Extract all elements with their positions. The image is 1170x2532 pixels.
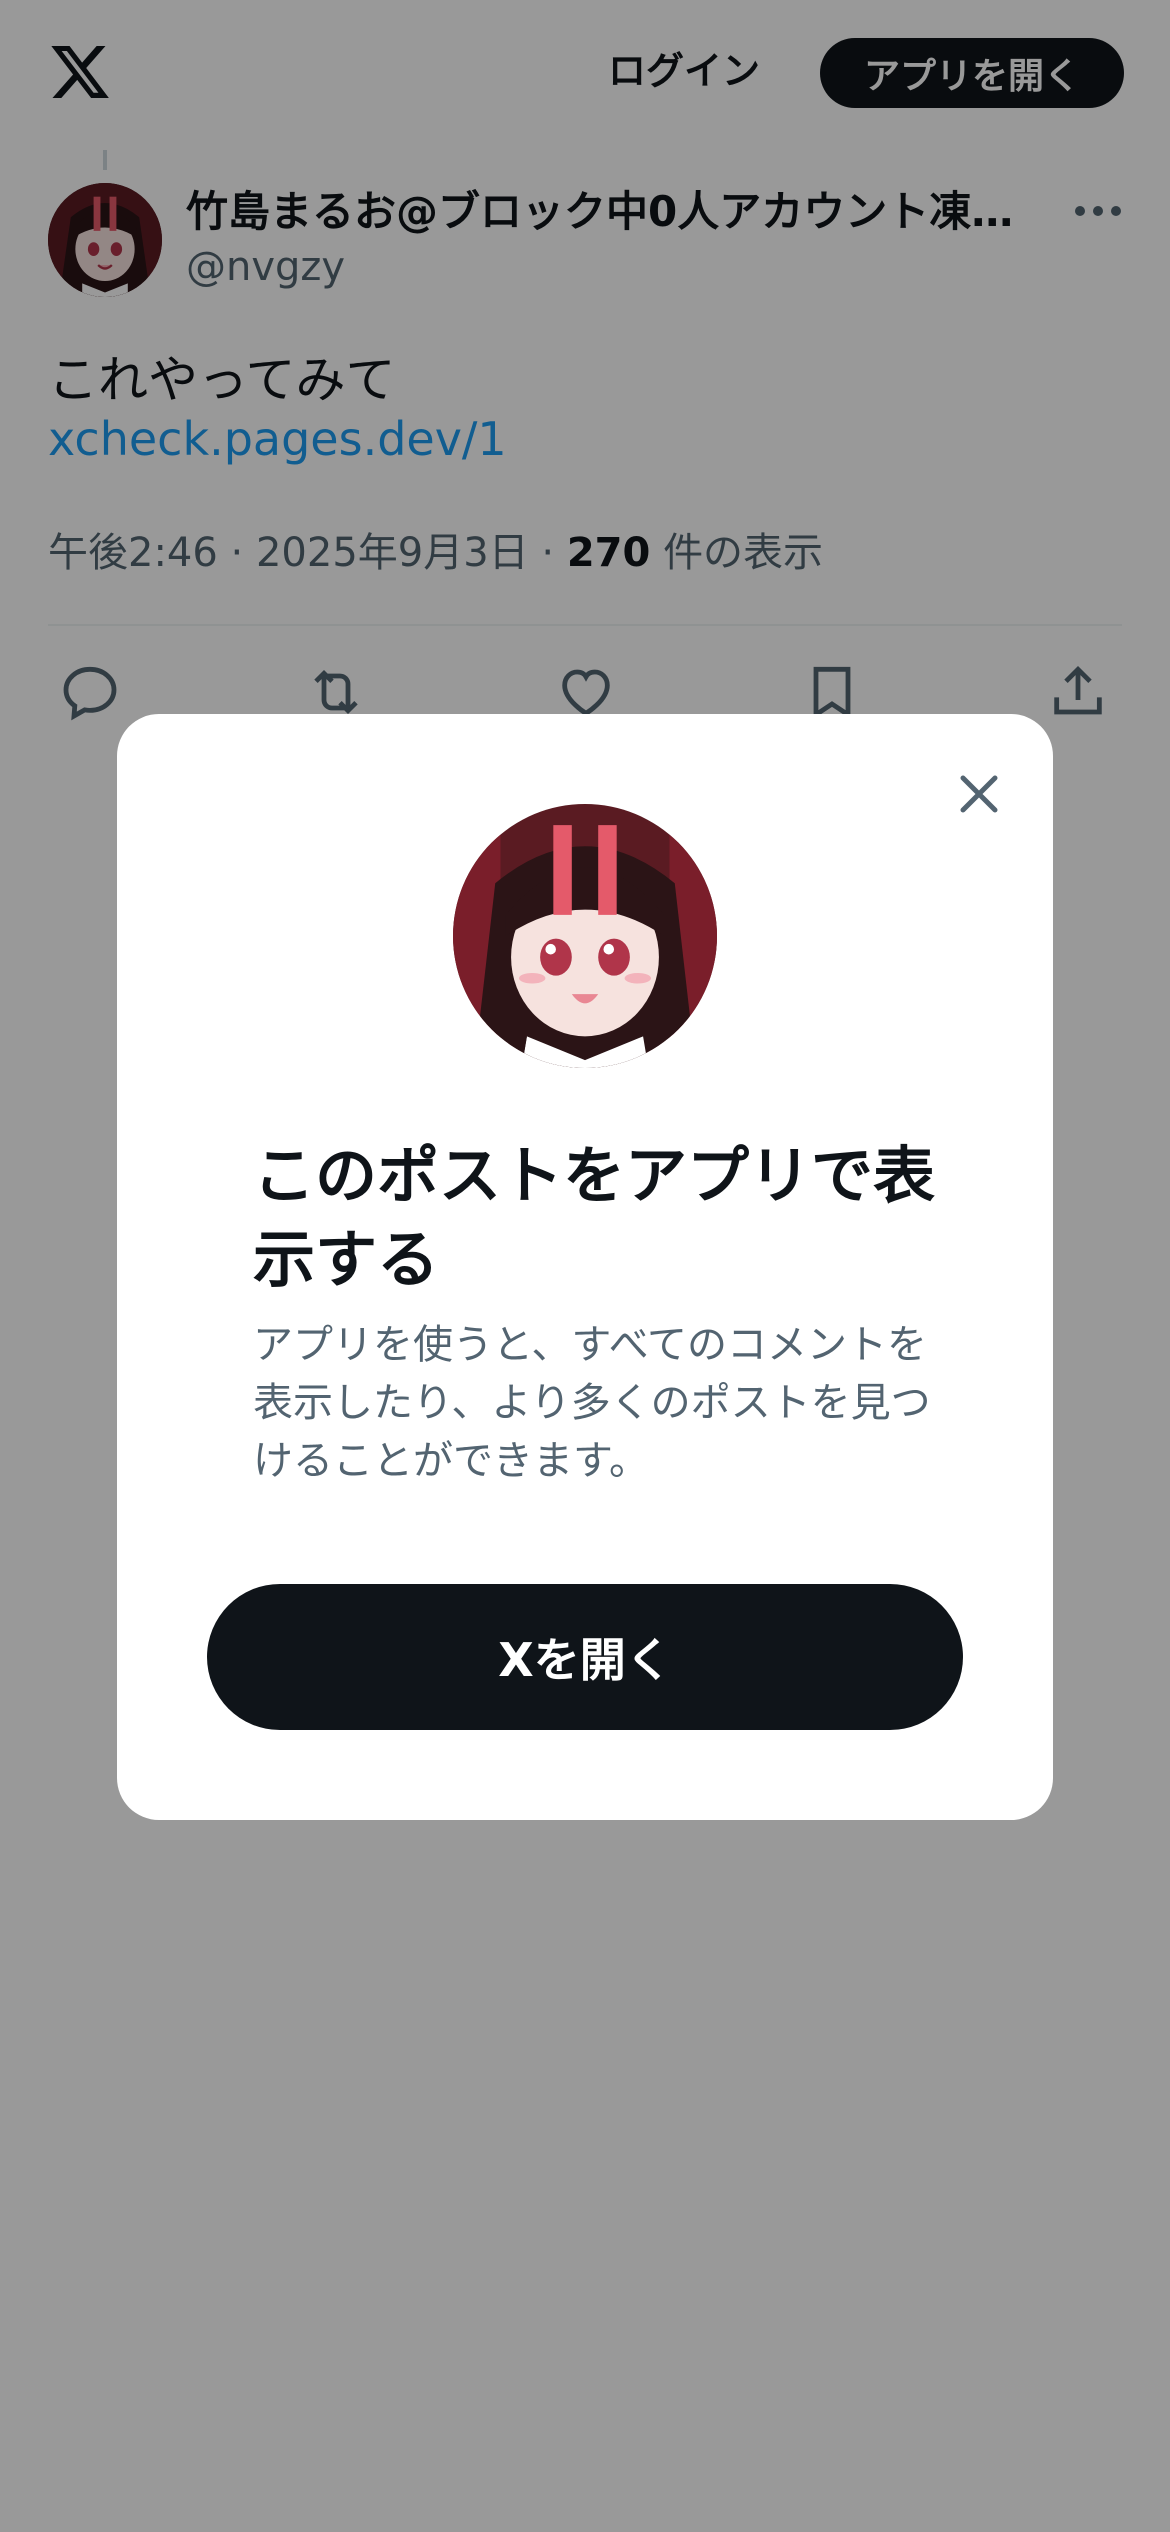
close-icon[interactable] xyxy=(947,762,1011,826)
open-x-button[interactable]: Xを開く xyxy=(207,1584,963,1730)
dialog-title: このポストをアプリで表示する xyxy=(253,1139,936,1296)
page: ログイン アプリを開く 竹島まるお@ブロック中0人アカウント凍… @nvgzy … xyxy=(0,0,1170,2532)
dialog-avatar xyxy=(453,804,717,1068)
dialog-description: アプリを使うと、すべてのコメントを表示したり、より多くのポストを見つけることがで… xyxy=(253,1322,931,1484)
open-in-app-dialog: このポストをアプリで表示する アプリを使うと、すべてのコメントを表示したり、より… xyxy=(117,714,1053,1820)
avatar-image xyxy=(453,804,717,1068)
